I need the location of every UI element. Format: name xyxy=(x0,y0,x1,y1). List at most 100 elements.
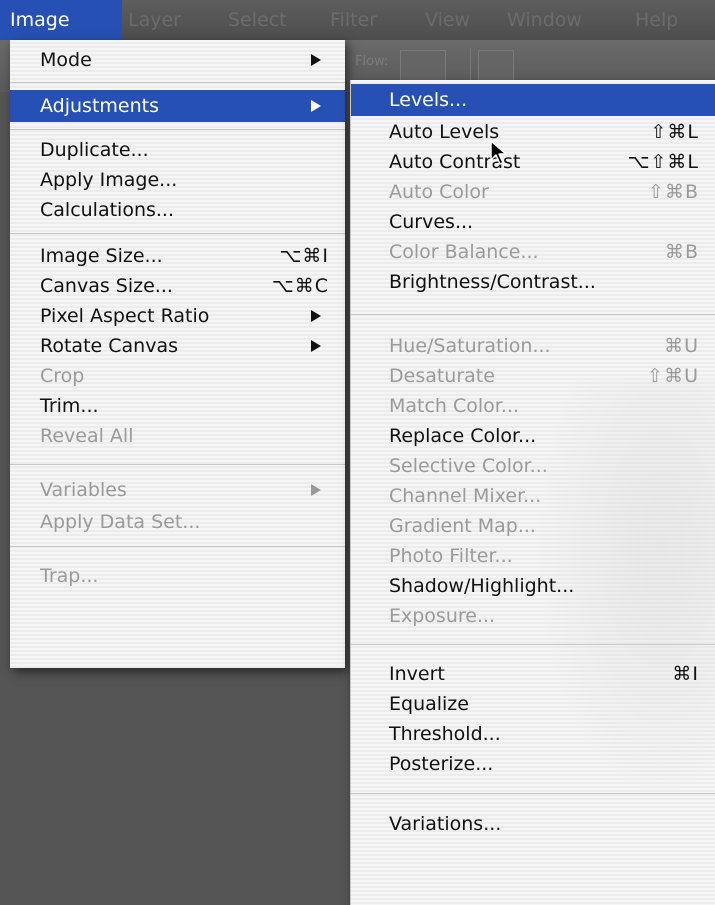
menu-item-duplicate[interactable]: Duplicate... xyxy=(10,134,345,166)
triangle-right-icon xyxy=(311,340,321,352)
menu-divider xyxy=(351,314,715,315)
menu-item-selective-color[interactable]: Selective Color... xyxy=(351,450,715,482)
menubar-item-window[interactable]: Window xyxy=(507,0,582,40)
menu-item-label: Channel Mixer... xyxy=(389,485,542,507)
menu-item-label: Replace Color... xyxy=(389,425,537,447)
menubar-item-filter[interactable]: Filter xyxy=(330,0,377,40)
menu-item-shortcut: ⇧⌘U xyxy=(647,365,699,387)
menu-item-photo-filter[interactable]: Photo Filter... xyxy=(351,540,715,572)
menu-item-threshold[interactable]: Threshold... xyxy=(351,718,715,750)
triangle-right-icon xyxy=(311,484,321,496)
menu-divider xyxy=(351,793,715,794)
menu-item-levels[interactable]: Levels... xyxy=(351,84,715,116)
menu-item-gradient-map[interactable]: Gradient Map... xyxy=(351,510,715,542)
menu-item-trap[interactable]: Trap... xyxy=(10,560,345,592)
menu-item-replace-color[interactable]: Replace Color... xyxy=(351,420,715,452)
menubar-item-view[interactable]: View xyxy=(425,0,470,40)
menu-item-label: Curves... xyxy=(389,211,474,233)
menu-item-shortcut: ⌘B xyxy=(664,241,699,263)
menu-item-posterize[interactable]: Posterize... xyxy=(351,748,715,780)
menu-item-label: Desaturate xyxy=(389,365,495,387)
menu-item-brightness-contrast[interactable]: Brightness/Contrast... xyxy=(351,266,715,298)
menu-divider xyxy=(10,464,345,465)
adjustments-submenu: Levels... Auto Levels ⇧⌘L Auto Contrast … xyxy=(350,80,715,905)
menu-item-label: Threshold... xyxy=(389,723,501,745)
menu-item-adjustments[interactable]: Adjustments xyxy=(10,90,345,122)
menubar-item-select[interactable]: Select xyxy=(228,0,287,40)
menu-divider xyxy=(351,644,715,645)
menu-item-label: Brightness/Contrast... xyxy=(389,271,596,293)
menu-item-label: Crop xyxy=(40,365,85,387)
menu-item-label: Trim... xyxy=(40,395,99,417)
menu-item-label: Auto Color xyxy=(389,181,489,203)
triangle-right-icon xyxy=(311,54,321,66)
menu-item-equalize[interactable]: Equalize xyxy=(351,688,715,720)
menu-item-label: Rotate Canvas xyxy=(40,335,178,357)
toolbar-flow-label: Flow: xyxy=(355,54,389,69)
toolbar-separator xyxy=(470,48,471,84)
menu-item-label: Levels... xyxy=(389,89,468,111)
menu-item-mode[interactable]: Mode xyxy=(10,44,345,76)
menu-item-image-size[interactable]: Image Size... ⌥⌘I xyxy=(10,240,345,272)
menu-item-label: Color Balance... xyxy=(389,241,539,263)
menu-item-label: Posterize... xyxy=(389,753,494,775)
toolbar-flow-field[interactable] xyxy=(400,50,446,82)
menu-item-curves[interactable]: Curves... xyxy=(351,206,715,238)
menu-item-label: Shadow/Highlight... xyxy=(389,575,575,597)
menu-divider xyxy=(10,233,345,234)
menu-item-variations[interactable]: Variations... xyxy=(351,808,715,840)
airbrush-icon[interactable] xyxy=(478,50,514,82)
menu-item-shortcut: ⌘I xyxy=(672,663,699,685)
menu-item-label: Calculations... xyxy=(40,199,175,221)
menu-item-desaturate[interactable]: Desaturate ⇧⌘U xyxy=(351,360,715,392)
menu-item-shadow-highlight[interactable]: Shadow/Highlight... xyxy=(351,570,715,602)
menu-item-reveal-all[interactable]: Reveal All xyxy=(10,420,345,452)
menu-item-label: Image Size... xyxy=(40,245,163,267)
menu-item-label: Canvas Size... xyxy=(40,275,173,297)
menu-item-crop[interactable]: Crop xyxy=(10,360,345,392)
menu-item-shortcut: ⇧⌘L xyxy=(650,121,699,143)
menu-item-label: Hue/Saturation... xyxy=(389,335,551,357)
menu-item-auto-contrast[interactable]: Auto Contrast ⌥⇧⌘L xyxy=(351,146,715,178)
menu-item-label: Apply Image... xyxy=(40,169,178,191)
menu-item-hue-saturation[interactable]: Hue/Saturation... ⌘U xyxy=(351,330,715,362)
menu-item-label: Equalize xyxy=(389,693,469,715)
menu-item-exposure[interactable]: Exposure... xyxy=(351,600,715,632)
menubar-item-layer[interactable]: Layer xyxy=(128,0,181,40)
triangle-right-icon xyxy=(311,310,321,322)
menu-item-calculations[interactable]: Calculations... xyxy=(10,194,345,226)
menu-item-label: Match Color... xyxy=(389,395,519,417)
menu-item-match-color[interactable]: Match Color... xyxy=(351,390,715,422)
menu-item-shortcut: ⌥⇧⌘L xyxy=(627,151,699,173)
menu-divider xyxy=(10,546,345,547)
menu-item-label: Reveal All xyxy=(40,425,134,447)
menu-item-apply-data-set[interactable]: Apply Data Set... xyxy=(10,506,345,538)
menubar-item-help[interactable]: Help xyxy=(635,0,678,40)
menu-item-shortcut: ⌥⌘C xyxy=(271,275,329,297)
menu-item-label: Variations... xyxy=(389,813,502,835)
menu-item-shortcut: ⇧⌘B xyxy=(648,181,699,203)
menu-item-auto-color[interactable]: Auto Color ⇧⌘B xyxy=(351,176,715,208)
menu-item-shortcut: ⌘U xyxy=(664,335,699,357)
menu-item-trim[interactable]: Trim... xyxy=(10,390,345,422)
menu-item-rotate-canvas[interactable]: Rotate Canvas xyxy=(10,330,345,362)
arrow-pointer-icon xyxy=(490,140,507,165)
menu-item-apply-image[interactable]: Apply Image... xyxy=(10,164,345,196)
menu-item-label: Mode xyxy=(40,49,92,71)
menu-divider xyxy=(10,82,345,83)
menu-item-variables[interactable]: Variables xyxy=(10,474,345,506)
menu-item-pixel-aspect-ratio[interactable]: Pixel Aspect Ratio xyxy=(10,300,345,332)
menu-item-shortcut: ⌥⌘I xyxy=(279,245,329,267)
menu-item-color-balance[interactable]: Color Balance... ⌘B xyxy=(351,236,715,268)
menu-item-auto-levels[interactable]: Auto Levels ⇧⌘L xyxy=(351,116,715,148)
menu-item-label: Gradient Map... xyxy=(389,515,536,537)
triangle-right-icon xyxy=(311,100,321,112)
menu-item-invert[interactable]: Invert ⌘I xyxy=(351,658,715,690)
menu-item-label: Pixel Aspect Ratio xyxy=(40,305,210,327)
menu-item-label: Adjustments xyxy=(40,95,159,117)
menu-item-channel-mixer[interactable]: Channel Mixer... xyxy=(351,480,715,512)
menu-item-canvas-size[interactable]: Canvas Size... ⌥⌘C xyxy=(10,270,345,302)
image-menu: Mode Adjustments Duplicate... Apply Imag… xyxy=(10,40,345,668)
menu-item-label: Auto Levels xyxy=(389,121,500,143)
menubar-item-image[interactable]: Image xyxy=(0,0,122,40)
